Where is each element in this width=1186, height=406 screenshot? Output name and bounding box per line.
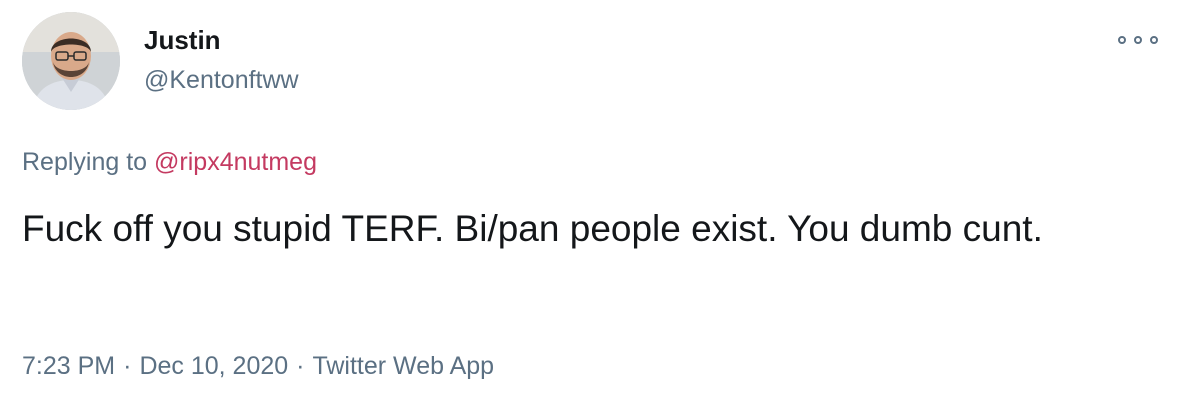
more-dot	[1118, 36, 1126, 44]
more-options-icon[interactable]	[1118, 30, 1158, 50]
tweet-time[interactable]: 7:23 PM	[22, 352, 115, 380]
author-handle[interactable]: @Kentonftww	[144, 64, 299, 96]
avatar[interactable]	[22, 12, 120, 110]
tweet-card: Justin @Kentonftww Replying to @ripx4nut…	[0, 0, 1186, 406]
avatar-image	[22, 12, 120, 110]
reply-mention-link[interactable]: @ripx4nutmeg	[154, 148, 317, 176]
replying-to-line: Replying to @ripx4nutmeg	[22, 146, 317, 178]
more-dot	[1134, 36, 1142, 44]
tweet-source[interactable]: Twitter Web App	[312, 352, 494, 380]
replying-to-label: Replying to	[22, 148, 155, 176]
meta-separator: ·	[296, 352, 305, 380]
tweet-date[interactable]: Dec 10, 2020	[139, 352, 288, 380]
tweet-text: Fuck off you stupid TERF. Bi/pan people …	[22, 208, 1043, 249]
tweet-meta: 7:23 PM · Dec 10, 2020 · Twitter Web App	[22, 350, 494, 382]
author-name[interactable]: Justin	[144, 24, 221, 56]
more-dot	[1150, 36, 1158, 44]
meta-separator: ·	[123, 352, 132, 380]
